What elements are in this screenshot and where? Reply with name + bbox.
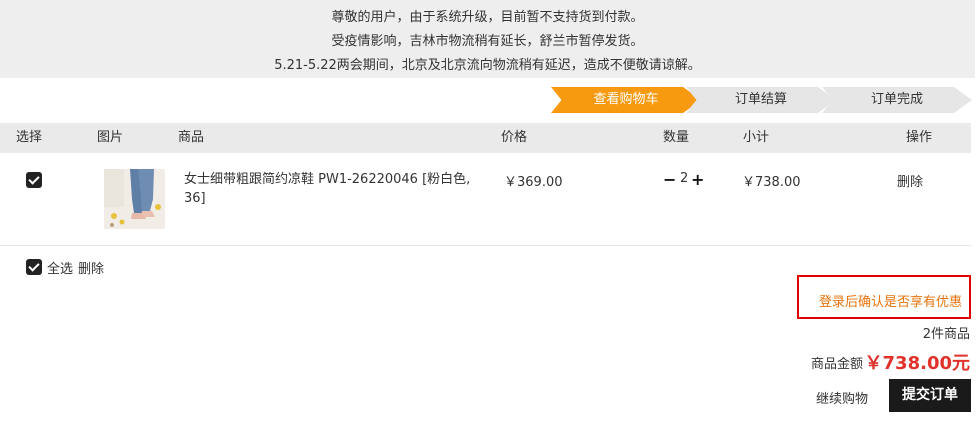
step-checkout[interactable]: 订单结算 xyxy=(686,87,836,113)
item-delete-link[interactable]: 删除 xyxy=(897,171,923,190)
product-thumbnail[interactable] xyxy=(104,169,165,229)
product-image xyxy=(104,169,165,229)
header-select: 选择 xyxy=(16,130,43,145)
checkout-steps: 查看购物车 订单结算 订单完成 xyxy=(0,87,978,113)
quantity-decrease-button[interactable]: − xyxy=(663,172,676,188)
row-divider xyxy=(0,245,971,246)
notice-line: 5.21-5.22两会期间，北京及北京流向物流稍有延迟，造成不便敬请谅解。 xyxy=(274,58,701,73)
header-action: 操作 xyxy=(906,130,933,145)
quantity-value[interactable]: 2 xyxy=(680,171,688,186)
select-all-label[interactable]: 全选 xyxy=(47,258,73,277)
amount-label: 商品金额 xyxy=(811,357,864,372)
header-image: 图片 xyxy=(97,130,124,145)
item-price: ￥369.00 xyxy=(504,175,563,190)
select-all-checkbox[interactable] xyxy=(26,259,42,275)
header-quantity: 数量 xyxy=(663,130,690,145)
cart-table-header: 选择 图片 商品 价格 数量 小计 操作 xyxy=(0,123,971,153)
notice-line: 受疫情影响，吉林市物流稍有延长，舒兰市暂停发货。 xyxy=(331,34,644,49)
promo-box: 登录后确认是否享有优惠 xyxy=(797,275,971,319)
item-subtotal: ￥738.00 xyxy=(742,175,801,190)
step-complete[interactable]: 订单完成 xyxy=(822,87,972,113)
notice-banner: 尊敬的用户，由于系统升级，目前暂不支持货到付款。 受疫情影响，吉林市物流稍有延长… xyxy=(0,0,975,78)
step-view-cart[interactable]: 查看购物车 xyxy=(551,87,701,113)
bulk-delete-link[interactable]: 删除 xyxy=(78,258,104,277)
quantity-increase-button[interactable]: + xyxy=(691,172,704,188)
item-checkbox[interactable] xyxy=(26,172,42,188)
header-product: 商品 xyxy=(178,130,205,145)
product-name[interactable]: 女士细带粗跟简约凉鞋 PW1-26220046 [粉白色, 36] xyxy=(184,170,474,208)
notice-line: 尊敬的用户，由于系统升级，目前暂不支持货到付款。 xyxy=(331,10,644,25)
submit-order-button[interactable]: 提交订单 xyxy=(889,379,971,412)
continue-shopping-link[interactable]: 继续购物 xyxy=(816,388,868,407)
login-promo-link[interactable]: 登录后确认是否享有优惠 xyxy=(819,291,962,310)
header-price: 价格 xyxy=(501,130,528,145)
item-count: 2件商品 xyxy=(922,327,970,342)
header-subtotal: 小计 xyxy=(743,130,770,145)
amount-value: ￥738.00元 xyxy=(864,353,970,374)
